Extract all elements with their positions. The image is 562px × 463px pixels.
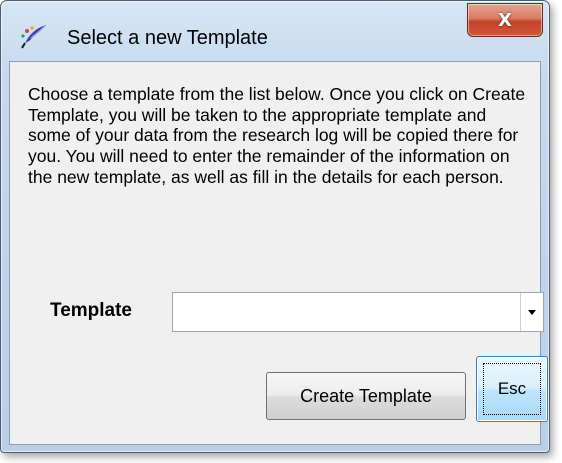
window-title: Select a new Template: [67, 27, 268, 49]
esc-button[interactable]: Esc: [476, 356, 548, 422]
dropdown-arrow-button[interactable]: [520, 293, 543, 331]
esc-button-label: Esc: [497, 379, 527, 398]
dialog-window: Select a new Template X Choose a templat…: [0, 0, 550, 453]
close-button[interactable]: X: [467, 3, 543, 37]
title-bar[interactable]: Select a new Template X: [1, 1, 549, 61]
template-label: Template: [50, 300, 133, 321]
chevron-down-icon: [528, 309, 536, 315]
create-template-button[interactable]: Create Template: [266, 372, 466, 420]
dialog-content: Choose a template from the list below. O…: [9, 61, 548, 445]
create-template-button-label: Create Template: [300, 385, 432, 406]
quill-pen-icon: [21, 24, 47, 49]
close-icon: X: [498, 9, 512, 31]
template-dropdown[interactable]: [172, 292, 544, 332]
instructions-text: Choose a template from the list below. O…: [28, 84, 526, 187]
